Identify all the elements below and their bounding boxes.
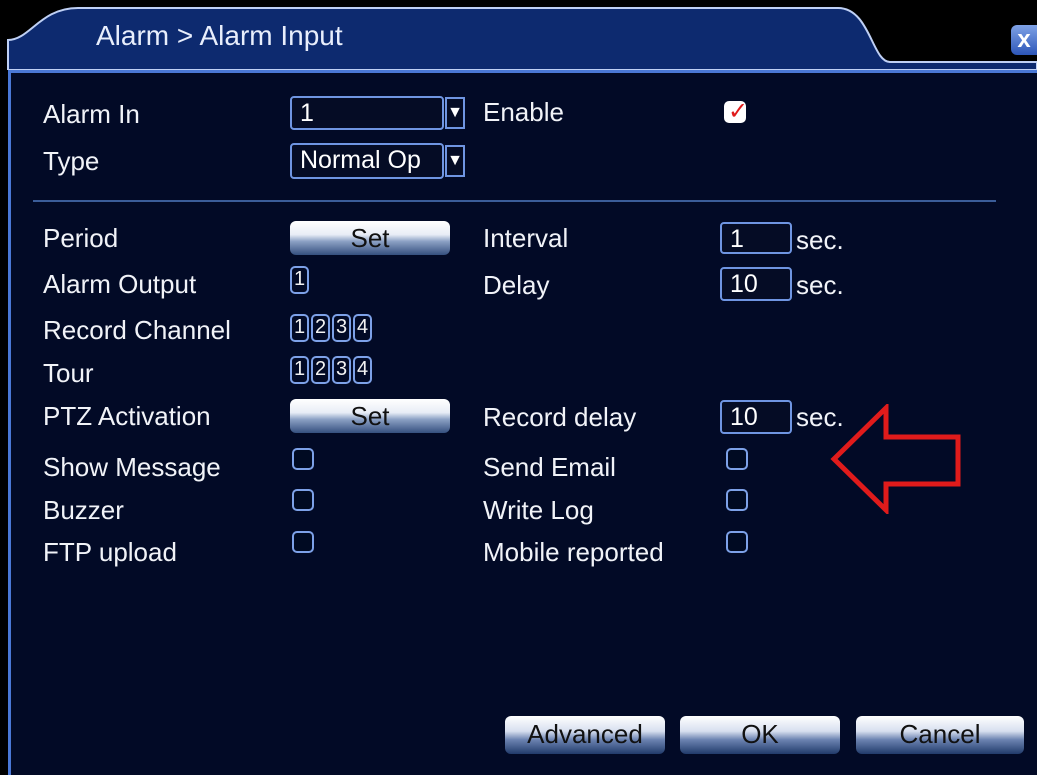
ftp-upload-checkbox[interactable] [292,531,314,553]
alarm-in-label: Alarm In [43,99,140,129]
dvr-window: Alarm > Alarm Input x Alarm In 1 ▼ Enabl… [0,0,1037,775]
record-delay-input[interactable]: 10 [720,400,792,434]
tour-label: Tour [43,358,94,388]
close-icon: x [1017,26,1031,53]
send-email-label: Send Email [483,452,616,482]
section-divider [33,200,996,202]
delay-input[interactable]: 10 [720,267,792,301]
interval-input[interactable]: 1 [720,222,792,254]
mobile-reported-checkbox[interactable] [726,531,748,553]
delay-unit: sec. [796,270,844,300]
alarm-in-select[interactable]: 1 [290,96,444,130]
write-log-checkbox[interactable] [726,489,748,511]
type-select[interactable]: Normal Op [290,143,444,179]
interval-label: Interval [483,223,569,253]
mobile-reported-label: Mobile reported [483,537,664,567]
record-delay-label: Record delay [483,402,637,432]
ok-button[interactable]: OK [680,716,840,754]
ptz-set-button[interactable]: Set [290,399,450,433]
window-title: Alarm > Alarm Input [96,20,343,51]
title-bar: Alarm > Alarm Input x [0,0,1037,70]
advanced-button[interactable]: Advanced [505,716,665,754]
enable-label: Enable [483,97,564,127]
alarm-output-channel-1[interactable]: 1 [290,266,309,294]
write-log-label: Write Log [483,495,594,525]
record-channel-2[interactable]: 2 [311,314,330,342]
show-message-label: Show Message [43,452,221,482]
ftp-upload-label: FTP upload [43,537,177,567]
close-button[interactable]: x [1011,25,1037,55]
delay-label: Delay [483,270,550,300]
send-email-checkbox[interactable] [726,448,748,470]
show-message-checkbox[interactable] [292,448,314,470]
record-channel-4[interactable]: 4 [353,314,372,342]
tour-channel-3[interactable]: 3 [332,356,351,384]
chevron-down-icon[interactable]: ▼ [445,97,465,129]
cancel-button[interactable]: Cancel [856,716,1024,754]
checkmark-icon: ✓ [728,98,749,125]
period-set-button[interactable]: Set [290,221,450,255]
alarm-output-label: Alarm Output [43,269,197,299]
tour-channel-1[interactable]: 1 [290,356,309,384]
tour-channel-4[interactable]: 4 [353,356,372,384]
period-label: Period [43,223,119,253]
chevron-down-icon[interactable]: ▼ [445,145,465,177]
arrow-left-icon [830,404,961,514]
record-channel-label: Record Channel [43,315,231,345]
record-channel-1[interactable]: 1 [290,314,309,342]
ptz-activation-label: PTZ Activation [43,401,211,431]
buzzer-label: Buzzer [43,495,124,525]
record-channel-3[interactable]: 3 [332,314,351,342]
enable-checkbox[interactable]: ✓ [724,98,748,125]
interval-unit: sec. [796,225,844,255]
buzzer-checkbox[interactable] [292,489,314,511]
tour-channel-2[interactable]: 2 [311,356,330,384]
type-label: Type [43,146,100,176]
